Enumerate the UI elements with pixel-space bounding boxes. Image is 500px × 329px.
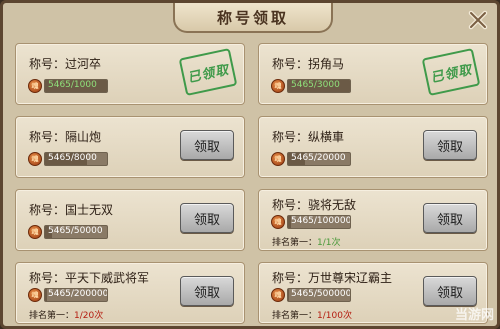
close-button[interactable]	[465, 7, 491, 33]
progress-text: 5465/200000	[48, 289, 108, 299]
rank-requirement: 排名第一：1/20次	[29, 308, 103, 321]
coin-icon: 魂	[28, 225, 42, 239]
rank-label: 排名第一：	[29, 311, 75, 321]
title-card-wanshizun: 称号：万世尊宋辽霸主 魂 5465/500000 排名第一：1/100次 领取	[258, 262, 488, 324]
rank-value: 1/1次	[317, 238, 341, 248]
progress-text: 5465/1000	[48, 80, 97, 90]
title-claim-panel: 称号领取 称号：过河卒 魂 5465/1000 已领取 称号：拐角马 魂 546…	[0, 0, 500, 329]
title-name: 称号：国士无双	[29, 203, 114, 217]
claim-button[interactable]: 领取	[180, 130, 234, 160]
claim-button[interactable]: 领取	[423, 130, 477, 160]
rank-requirement: 排名第一：1/100次	[272, 308, 352, 321]
panel-title: 称号领取	[216, 8, 289, 27]
claimed-stamp: 已领取	[421, 48, 481, 96]
coin-icon: 魂	[28, 79, 42, 93]
panel-title-tab: 称号领取	[173, 3, 333, 33]
progress-bar: 5465/8000	[44, 152, 108, 166]
progress-text: 5465/8000	[48, 153, 97, 163]
progress-row: 魂 5465/3000	[271, 79, 351, 93]
progress-bar: 5465/1000	[44, 79, 108, 93]
claim-button[interactable]: 领取	[180, 276, 234, 306]
progress-text: 5465/100000	[291, 216, 351, 226]
claim-button[interactable]: 领取	[423, 276, 477, 306]
progress-row: 魂 5465/500000	[271, 288, 351, 302]
title-name: 称号：隔山炮	[29, 130, 102, 144]
progress-row: 魂 5465/100000	[271, 215, 351, 229]
progress-text: 5465/50000	[48, 226, 103, 236]
title-name: 称号：拐角马	[272, 57, 345, 71]
progress-row: 魂 5465/8000	[28, 152, 108, 166]
coin-icon: 魂	[28, 152, 42, 166]
title-card-zonghengche: 称号：纵横車 魂 5465/20000 领取	[258, 116, 488, 178]
rank-label: 排名第一：	[272, 311, 318, 321]
progress-bar: 5465/100000	[287, 215, 351, 229]
title-name: 称号：过河卒	[29, 57, 102, 71]
title-name: 称号：纵横車	[272, 130, 345, 144]
claim-button[interactable]: 领取	[423, 203, 477, 233]
watermark-text: 当游网	[454, 308, 494, 323]
progress-bar: 5465/200000	[44, 288, 108, 302]
coin-icon: 魂	[271, 288, 285, 302]
title-name: 称号：平天下威武将军	[29, 271, 150, 285]
rank-value: 1/20次	[74, 311, 104, 321]
title-card-geshanpao: 称号：隔山炮 魂 5465/8000 领取	[15, 116, 245, 178]
site-watermark: 当游网	[455, 304, 494, 323]
coin-icon: 魂	[271, 215, 285, 229]
progress-row: 魂 5465/50000	[28, 225, 108, 239]
title-name: 称号：骁将无敌	[272, 198, 357, 212]
coin-icon: 魂	[271, 152, 285, 166]
title-card-guoshiwushuang: 称号：国士无双 魂 5465/50000 领取	[15, 189, 245, 251]
rank-value: 1/100次	[317, 311, 352, 321]
progress-text: 5465/500000	[291, 289, 351, 299]
close-x-icon	[468, 10, 488, 30]
progress-row: 魂 5465/200000	[28, 288, 108, 302]
progress-text: 5465/3000	[291, 80, 340, 90]
coin-icon: 魂	[271, 79, 285, 93]
progress-row: 魂 5465/1000	[28, 79, 108, 93]
progress-text: 5465/20000	[291, 153, 346, 163]
coin-icon: 魂	[28, 288, 42, 302]
progress-row: 魂 5465/20000	[271, 152, 351, 166]
claim-button[interactable]: 领取	[180, 203, 234, 233]
rank-requirement: 排名第一：1/1次	[272, 235, 341, 248]
progress-bar-fill	[288, 289, 289, 301]
claimed-stamp: 已领取	[178, 48, 238, 96]
title-card-pingtianxia: 称号：平天下威武将军 魂 5465/200000 排名第一：1/20次 领取	[15, 262, 245, 324]
progress-bar: 5465/50000	[44, 225, 108, 239]
title-card-guaijiaoma: 称号：拐角马 魂 5465/3000 已领取	[258, 43, 488, 105]
rank-label: 排名第一：	[272, 238, 318, 248]
title-card-grid: 称号：过河卒 魂 5465/1000 已领取 称号：拐角马 魂 5465/300…	[15, 43, 491, 327]
progress-bar: 5465/500000	[287, 288, 351, 302]
progress-bar-fill	[45, 289, 47, 301]
progress-bar: 5465/3000	[287, 79, 351, 93]
title-card-xiaojiangwudi: 称号：骁将无敌 魂 5465/100000 排名第一：1/1次 领取	[258, 189, 488, 251]
progress-bar: 5465/20000	[287, 152, 351, 166]
title-name: 称号：万世尊宋辽霸主	[272, 271, 393, 285]
title-card-guohezu: 称号：过河卒 魂 5465/1000 已领取	[15, 43, 245, 105]
